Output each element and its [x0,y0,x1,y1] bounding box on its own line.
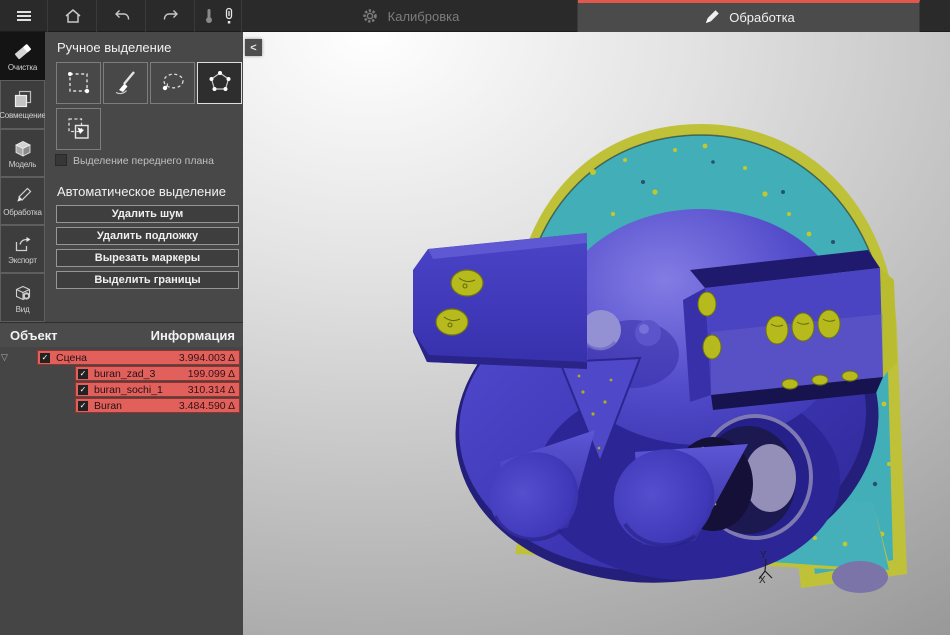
rail-item-label: Экспорт [8,256,37,265]
through-select-icon [64,114,94,144]
row-name: Buran [94,400,122,412]
row-info: 3.994.003 Δ [179,352,235,364]
row-info: 310.314 Δ [188,384,235,396]
sidebar-rail: Очистка Совмещение Модель [0,32,45,322]
scan-right-box [683,250,897,410]
object-row-buran-sochi-1[interactable]: ✓ buran_sochi_1 310.314 Δ [75,382,240,397]
align-squares-icon [12,88,34,110]
axis-label-x: X [759,575,766,586]
rect-select-tool[interactable] [56,62,101,104]
undo-icon [111,6,133,26]
rail-item-label: Вид [16,305,30,314]
redo-icon [160,6,182,26]
remove-base-button[interactable]: Удалить подложку [56,227,239,245]
home-button[interactable] [49,0,97,32]
home-icon [63,6,83,26]
scan-left-box [413,233,587,369]
hamburger-icon [14,6,34,26]
row-checkbox[interactable]: ✓ [78,401,88,411]
lasso-select-icon [158,68,188,98]
brush-select-icon [111,68,141,98]
tab-calibration[interactable]: Калибровка [242,0,578,32]
row-checkbox[interactable]: ✓ [78,385,88,395]
gear-icon [360,6,380,26]
brush-select-tool[interactable] [103,62,148,104]
rail-item-label: Модель [9,160,37,169]
pencil-icon [702,8,721,27]
app-window: Калибровка Обработка Очистка [0,0,950,635]
rail-item-cleaning[interactable]: Очистка [0,32,45,80]
scan-model-render: Z Y X [243,32,950,635]
thermometer-icon [202,6,216,26]
object-row-scene[interactable]: ✓ Сцена 3.994.003 Δ [37,350,240,365]
redo-button[interactable] [147,0,195,32]
object-row-buran[interactable]: ✓ Buran 3.484.590 Δ [75,398,240,413]
through-select-tool[interactable] [56,108,101,150]
temperature-button[interactable] [196,0,242,32]
menu-button[interactable] [0,0,48,32]
row-name: buran_sochi_1 [94,384,163,396]
tree-expander-icon[interactable]: ▽ [1,352,8,363]
polygon-select-tool[interactable] [197,62,242,104]
tab-calibration-label: Калибровка [388,9,460,24]
rail-item-export[interactable]: Экспорт [0,225,45,273]
rail-item-label: Совмещение [0,111,46,120]
lasso-select-tool[interactable] [150,62,195,104]
tab-processing[interactable]: Обработка [578,0,920,32]
scan-purple-patch [832,561,888,593]
object-panel: Объект Информация ✓ Сцена 3.994.003 Δ ✓ … [0,322,243,635]
rail-item-label: Обработка [3,208,42,217]
eraser-icon [12,40,34,62]
info-column-label: Информация [151,328,235,343]
cut-markers-button[interactable]: Вырезать маркеры [56,249,239,267]
row-checkbox[interactable]: ✓ [78,369,88,379]
rail-item-model[interactable]: Модель [0,129,45,177]
polygon-select-icon [205,68,235,98]
remove-noise-button[interactable]: Удалить шум [56,205,239,223]
export-arrow-icon [12,233,34,255]
rail-item-view[interactable]: Вид [0,273,45,321]
manual-selection-header: Ручное выделение [57,40,171,55]
row-info: 199.099 Δ [188,368,235,380]
3d-viewport[interactable]: < [243,32,950,635]
rect-select-icon [64,68,94,98]
row-info: 3.484.590 Δ [179,400,235,412]
toolbar: Калибровка Обработка [0,0,950,32]
select-boundaries-button[interactable]: Выделить границы [56,271,239,289]
row-name: Сцена [56,352,87,364]
rail-item-alignment[interactable]: Совмещение [0,80,45,128]
undo-button[interactable] [98,0,146,32]
axis-label-y: Y [760,550,767,561]
scan-sphere-small [635,320,661,346]
row-name: buran_zad_3 [94,368,155,380]
object-list-header: Объект Информация [0,323,243,347]
foreground-selection-label: Выделение переднего плана [73,155,214,167]
foreground-selection-checkbox[interactable] [55,154,67,166]
row-checkbox[interactable]: ✓ [40,353,50,363]
model-cube-icon [12,137,34,159]
rail-item-processing[interactable]: Обработка [0,177,45,225]
rail-item-label: Очистка [8,63,37,72]
tab-processing-label: Обработка [729,10,795,25]
tools-panel: Ручное выделение [45,32,243,322]
object-row-buran-zad-3[interactable]: ✓ buran_zad_3 199.099 Δ [75,366,240,381]
auto-selection-header: Автоматическое выделение [57,184,226,199]
object-column-label: Объект [10,328,58,343]
pencil-icon [12,185,34,207]
view-cube-eye-icon [12,282,34,304]
thermometer-alert-icon [222,6,236,26]
